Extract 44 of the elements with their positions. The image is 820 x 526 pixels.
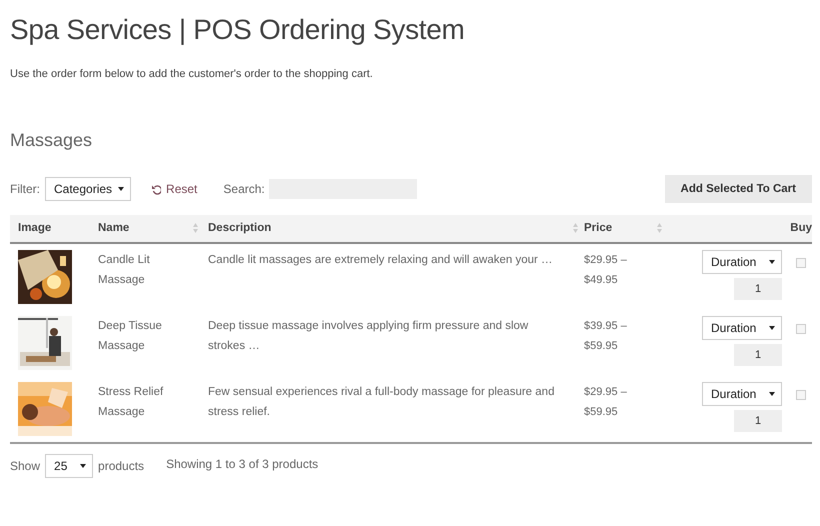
product-name: Stress Relief Massage (98, 385, 164, 420)
buy-checkbox[interactable] (796, 390, 806, 400)
show-label: Show (10, 459, 40, 473)
product-description: Deep tissue massage involves applying firm pressure and slow strokes … (208, 319, 530, 354)
column-header[interactable]: Description (208, 222, 272, 234)
reset-link[interactable]: Reset (151, 182, 198, 196)
product-price: $39.95 – $59.95 (584, 319, 628, 354)
duration-dropdown[interactable]: Duration (702, 250, 782, 274)
category-dropdown[interactable]: Categories (45, 177, 132, 201)
caret-icon (769, 392, 775, 396)
add-to-cart-button[interactable]: Add Selected To Cart (664, 175, 812, 203)
quantity-field[interactable]: 1 (734, 278, 782, 300)
product-name: Candle Lit Massage (98, 253, 151, 288)
caret-icon (769, 260, 775, 264)
product-price: $29.95 – $59.95 (584, 385, 628, 420)
page-size-dropdown[interactable]: 25 (45, 454, 94, 478)
buy-checkbox[interactable] (796, 324, 806, 334)
quantity-field[interactable]: 1 (734, 410, 782, 432)
caret-icon (769, 326, 775, 330)
caret-icon (118, 187, 124, 191)
product-name: Deep Tissue Massage (98, 319, 163, 354)
results-summary: Showing 1 to 3 of 3 products (166, 457, 318, 471)
products-label: products (98, 459, 144, 473)
product-description: Candle lit massages are extremely relaxing and will awaken your … (208, 253, 553, 268)
sort-icon (193, 223, 198, 233)
duration-dropdown[interactable]: Duration (702, 316, 782, 340)
caret-icon (80, 464, 86, 468)
filter-label: Filter: (10, 182, 40, 196)
column-header: Image (18, 222, 52, 234)
duration-dropdown[interactable]: Duration (702, 382, 782, 406)
buy-checkbox[interactable] (796, 258, 806, 268)
quantity-field[interactable]: 1 (734, 344, 782, 366)
reset-icon (151, 184, 162, 194)
sort-icon (657, 223, 662, 233)
sort-icon (573, 223, 578, 233)
column-header[interactable]: Price (584, 222, 612, 234)
page-title: Spa Services | POS Ordering System (10, 14, 466, 46)
intro-text: Use the order form below to add the customer's order to the shopping cart. (10, 68, 374, 80)
column-header[interactable]: Name (98, 222, 130, 234)
column-header: Buy (790, 222, 812, 234)
search-label: Search: (223, 182, 265, 196)
product-description: Few sensual experiences rival a full-body massage for pleasure and stress relief. (208, 385, 556, 420)
section-title: Massages (10, 130, 94, 151)
product-price: $29.95 – $49.95 (584, 253, 628, 288)
